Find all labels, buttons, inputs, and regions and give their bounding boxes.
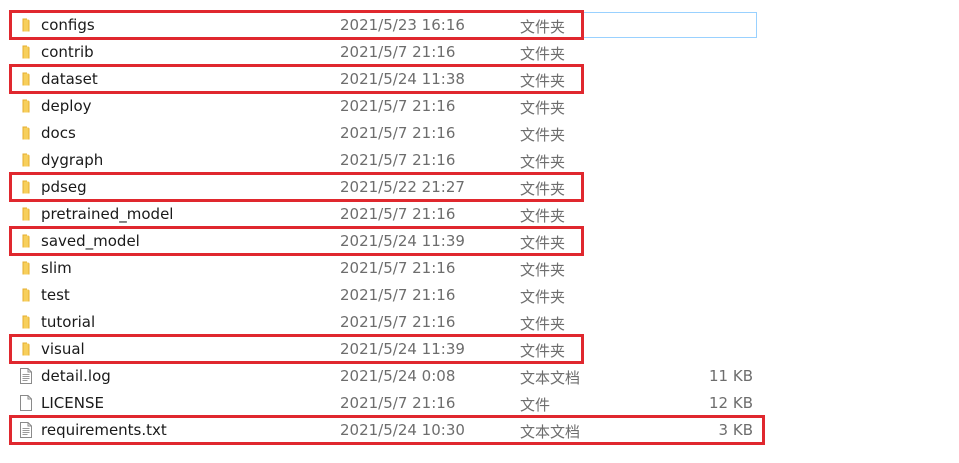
folder-icon <box>18 260 34 276</box>
file-name: dataset <box>41 70 98 88</box>
file-name: dygraph <box>41 151 104 169</box>
file-row[interactable]: LICENSE 2021/5/7 21:16 文件 12 KB <box>0 390 959 417</box>
file-name: docs <box>41 124 76 142</box>
file-row[interactable]: slim 2021/5/7 21:16 文件夹 <box>0 255 959 282</box>
file-type: 文件夹 <box>520 153 566 171</box>
file-type: 文本文档 <box>520 369 581 387</box>
file-type: 文件夹 <box>520 315 566 333</box>
file-name: detail.log <box>41 367 111 385</box>
file-date-modified: 2021/5/7 21:16 <box>340 286 456 304</box>
file-date-modified: 2021/5/22 21:27 <box>340 178 465 196</box>
file-row[interactable]: contrib 2021/5/7 21:16 文件夹 <box>0 39 959 66</box>
file-type: 文件夹 <box>520 180 566 198</box>
file-type: 文件夹 <box>520 126 566 144</box>
file-row[interactable]: pretrained_model 2021/5/7 21:16 文件夹 <box>0 201 959 228</box>
file-date-modified: 2021/5/23 16:16 <box>340 16 465 34</box>
file-type: 文件夹 <box>520 99 566 117</box>
file-row[interactable]: requirements.txt 2021/5/24 10:30 文本文档 3 KB <box>0 415 959 445</box>
file-row[interactable]: dygraph 2021/5/7 21:16 文件夹 <box>0 147 959 174</box>
file-date-modified: 2021/5/7 21:16 <box>340 313 456 331</box>
file-date-modified: 2021/5/7 21:16 <box>340 259 456 277</box>
file-type: 文件夹 <box>520 207 566 225</box>
text-file-icon <box>18 368 34 384</box>
file-type: 文件夹 <box>520 45 566 63</box>
file-type: 文件夹 <box>520 261 566 279</box>
file-name: deploy <box>41 97 92 115</box>
folder-icon <box>18 98 34 114</box>
red-highlight-box <box>9 10 584 40</box>
file-name: configs <box>41 16 95 34</box>
file-row[interactable]: configs 2021/5/23 16:16 文件夹 <box>0 10 959 40</box>
file-name: LICENSE <box>41 394 104 412</box>
file-type: 文件夹 <box>520 72 566 90</box>
file-date-modified: 2021/5/24 0:08 <box>340 367 456 385</box>
file-type: 文件夹 <box>520 18 566 36</box>
folder-icon <box>18 233 34 249</box>
file-row[interactable]: dataset 2021/5/24 11:38 文件夹 <box>0 64 959 94</box>
folder-icon <box>18 179 34 195</box>
file-type: 文本文档 <box>520 423 581 441</box>
folder-icon <box>18 341 34 357</box>
file-date-modified: 2021/5/24 11:39 <box>340 340 465 358</box>
file-name: tutorial <box>41 313 96 331</box>
file-date-modified: 2021/5/7 21:16 <box>340 43 456 61</box>
file-date-modified: 2021/5/24 10:30 <box>340 421 465 439</box>
file-row[interactable]: tutorial 2021/5/7 21:16 文件夹 <box>0 309 959 336</box>
red-highlight-box <box>9 172 584 202</box>
file-type: 文件夹 <box>520 342 566 360</box>
folder-icon <box>18 44 34 60</box>
file-name: slim <box>41 259 72 277</box>
file-date-modified: 2021/5/7 21:16 <box>340 124 456 142</box>
folder-icon <box>18 17 34 33</box>
file-type: 文件 <box>520 396 551 414</box>
file-date-modified: 2021/5/7 21:16 <box>340 151 456 169</box>
file-date-modified: 2021/5/7 21:16 <box>340 394 456 412</box>
folder-icon <box>18 125 34 141</box>
file-row[interactable]: test 2021/5/7 21:16 文件夹 <box>0 282 959 309</box>
folder-icon <box>18 206 34 222</box>
file-date-modified: 2021/5/24 11:39 <box>340 232 465 250</box>
file-name: pretrained_model <box>41 205 174 223</box>
file-name: visual <box>41 340 85 358</box>
folder-icon <box>18 287 34 303</box>
file-size: 12 KB <box>709 394 753 412</box>
file-row[interactable]: visual 2021/5/24 11:39 文件夹 <box>0 334 959 364</box>
file-row[interactable]: deploy 2021/5/7 21:16 文件夹 <box>0 93 959 120</box>
file-name: pdseg <box>41 178 87 196</box>
text-file-icon <box>18 422 34 438</box>
file-row[interactable]: saved_model 2021/5/24 11:39 文件夹 <box>0 226 959 256</box>
file-name: saved_model <box>41 232 140 250</box>
folder-icon <box>18 314 34 330</box>
file-name: test <box>41 286 70 304</box>
file-date-modified: 2021/5/24 11:38 <box>340 70 465 88</box>
file-list: configs 2021/5/23 16:16 文件夹 contrib 2021/5/7… <box>0 10 959 445</box>
file-date-modified: 2021/5/7 21:16 <box>340 205 456 223</box>
file-row[interactable]: detail.log 2021/5/24 0:08 文本文档 11 KB <box>0 363 959 390</box>
file-name: contrib <box>41 43 94 61</box>
red-highlight-box <box>9 334 584 364</box>
folder-icon <box>18 152 34 168</box>
file-name: requirements.txt <box>41 421 167 439</box>
file-size: 11 KB <box>709 367 753 385</box>
file-type: 文件夹 <box>520 288 566 306</box>
file-date-modified: 2021/5/7 21:16 <box>340 97 456 115</box>
blank-file-icon <box>18 395 34 411</box>
file-row[interactable]: pdseg 2021/5/22 21:27 文件夹 <box>0 172 959 202</box>
file-type: 文件夹 <box>520 234 566 252</box>
file-size: 3 KB <box>718 421 753 439</box>
folder-icon <box>18 71 34 87</box>
file-row[interactable]: docs 2021/5/7 21:16 文件夹 <box>0 120 959 147</box>
